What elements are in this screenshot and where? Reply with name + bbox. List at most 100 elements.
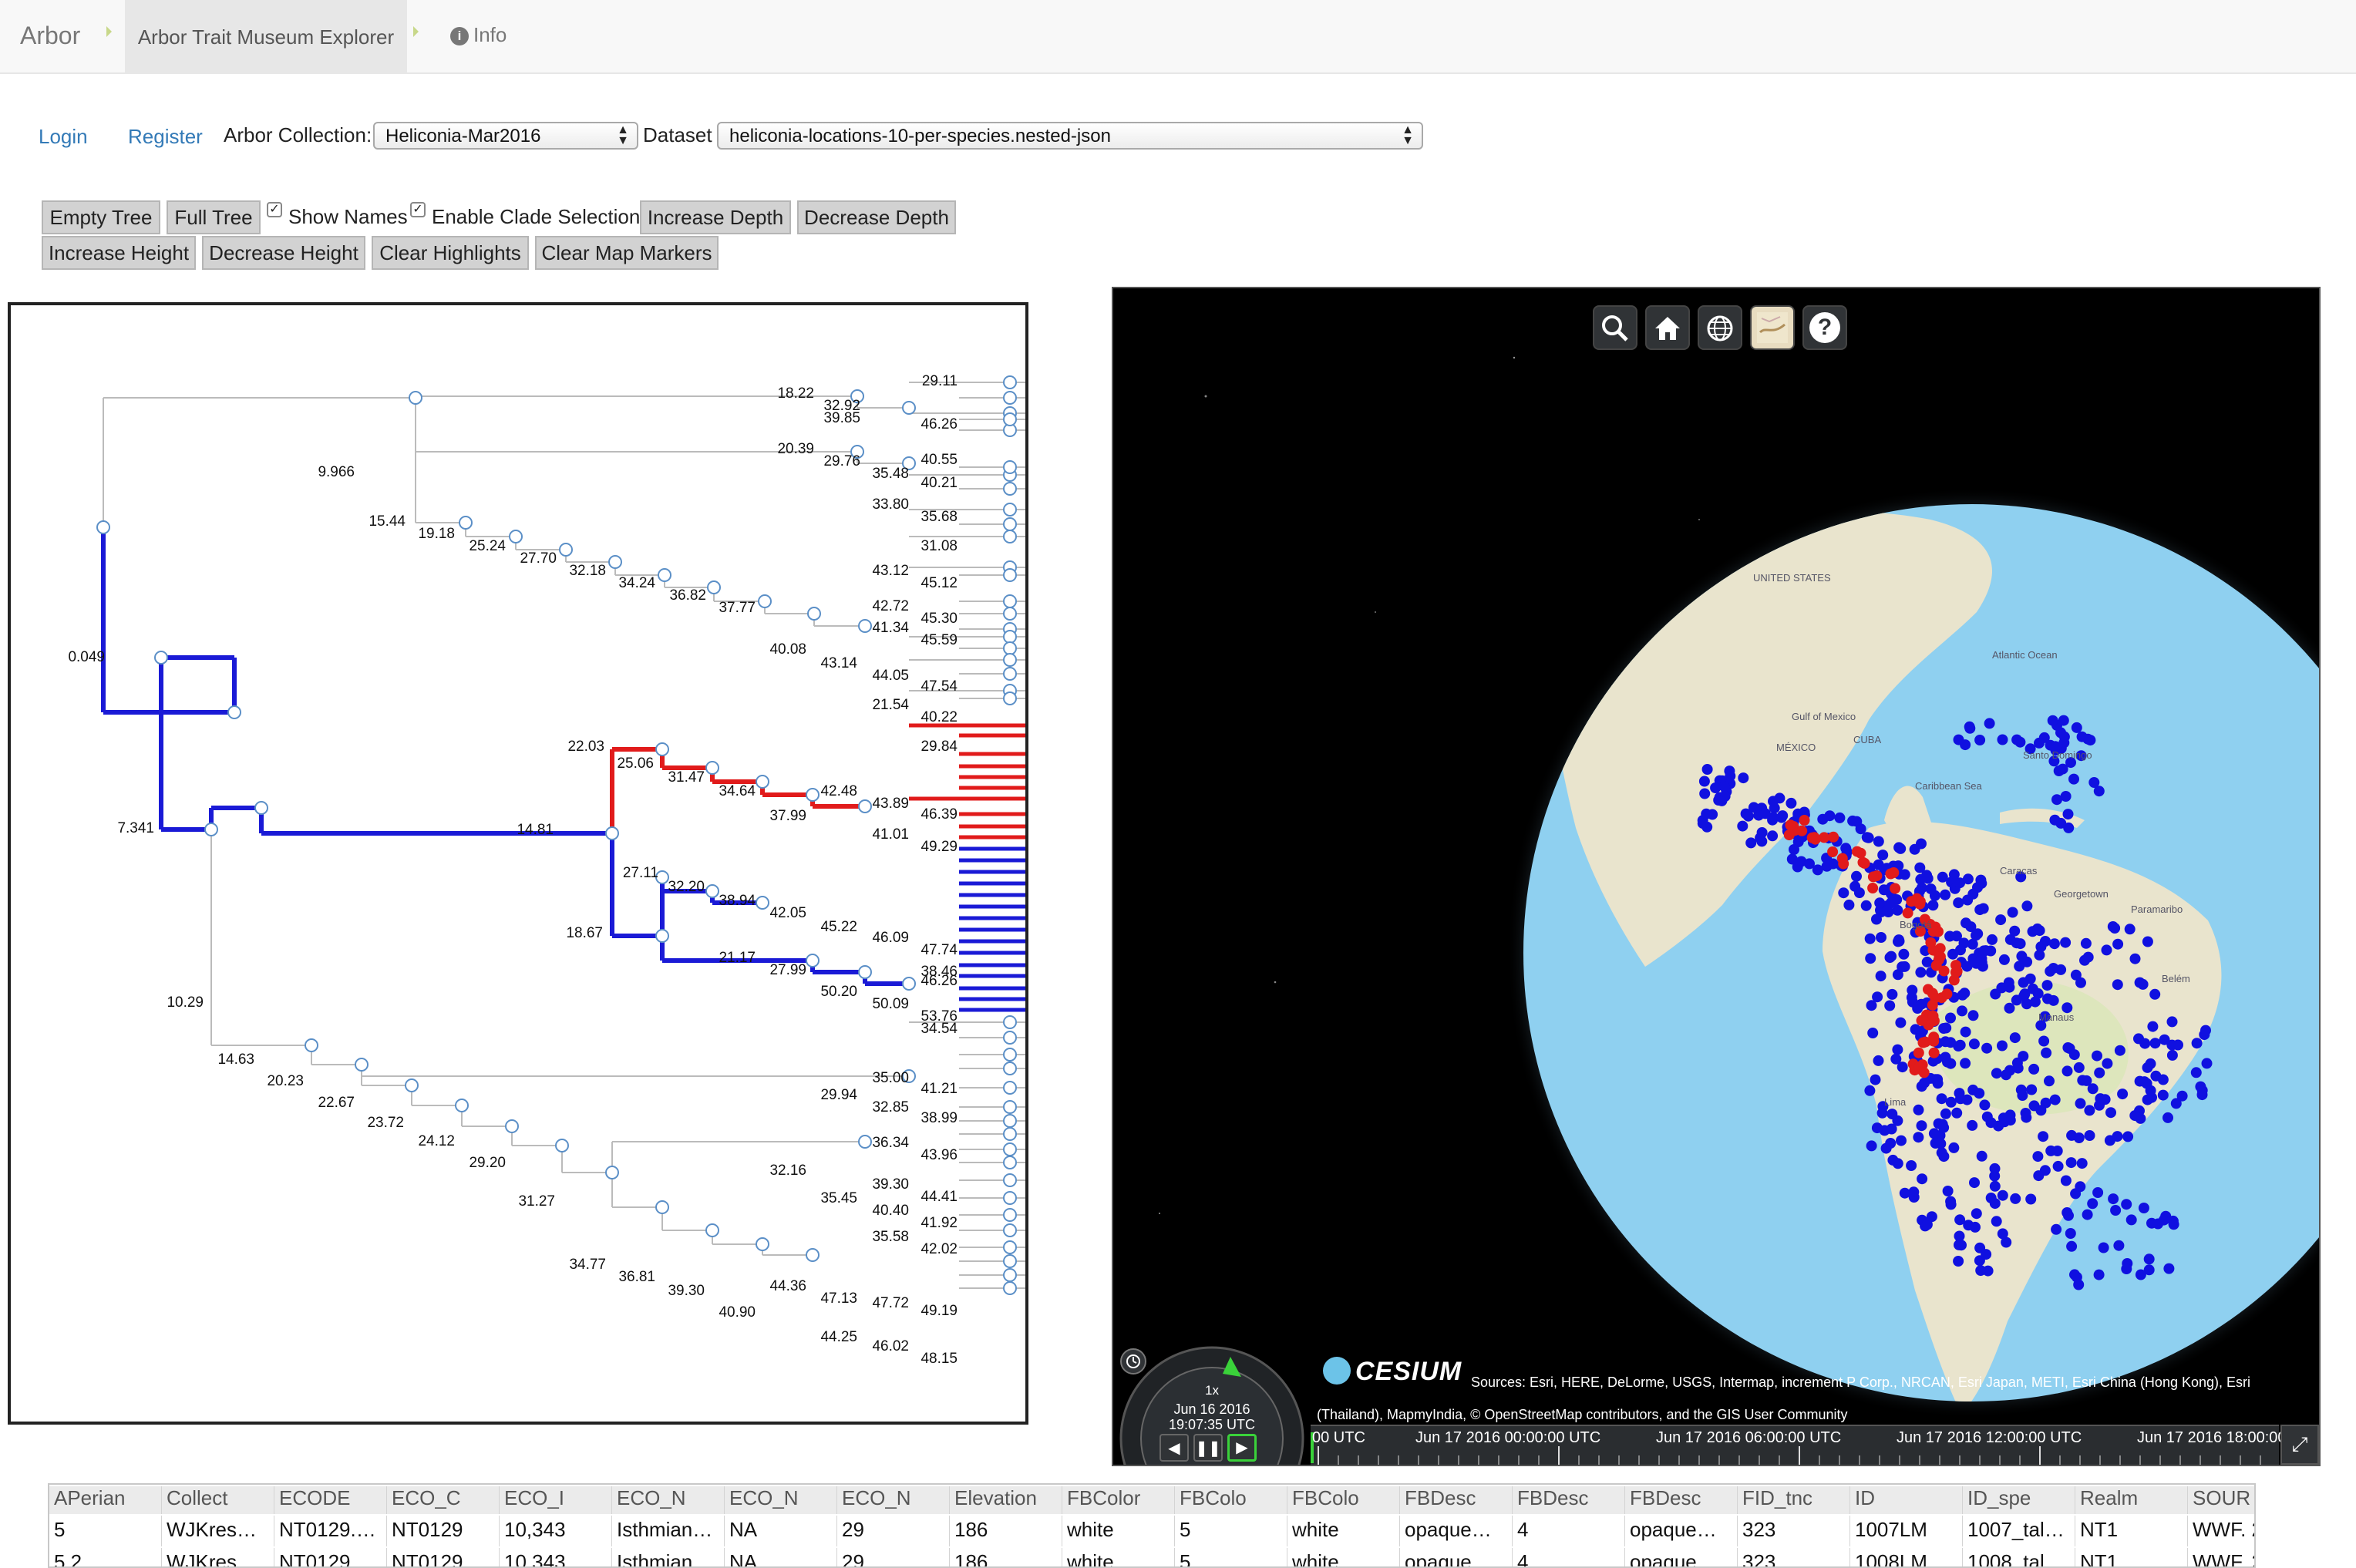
- specimen-marker[interactable]: [1945, 1012, 1956, 1024]
- timeline[interactable]: 00 UTC Jun 17 2016 00:00:00 UTC Jun 17 2…: [1311, 1425, 2287, 1465]
- specimen-marker[interactable]: [1786, 797, 1797, 809]
- specimen-marker[interactable]: [1866, 1140, 1877, 1152]
- specimen-marker[interactable]: [1812, 864, 1823, 876]
- specimen-marker[interactable]: [2105, 1107, 2116, 1119]
- specimen-marker[interactable]: [1991, 1068, 2002, 1079]
- specimen-marker-selected[interactable]: [1906, 896, 1917, 907]
- specimen-marker[interactable]: [2200, 1025, 2211, 1036]
- specimen-marker[interactable]: [1968, 1038, 1980, 1050]
- specimen-marker[interactable]: [2141, 1078, 2152, 1089]
- tree-node[interactable]: [858, 619, 872, 633]
- tree-leaf-node[interactable]: [1003, 412, 1017, 426]
- specimen-marker[interactable]: [2038, 1131, 2049, 1142]
- specimen-marker[interactable]: [1955, 944, 1966, 956]
- column-header[interactable]: FBDesc: [1625, 1486, 1738, 1514]
- specimen-marker[interactable]: [1864, 933, 1876, 944]
- tree-node[interactable]: [705, 761, 719, 775]
- specimen-marker[interactable]: [1860, 900, 1872, 911]
- specimen-marker[interactable]: [1865, 953, 1876, 964]
- specimen-marker[interactable]: [2041, 1047, 2052, 1058]
- specimen-marker[interactable]: [1840, 843, 1852, 854]
- table-cell[interactable]: NT0129: [387, 1516, 500, 1546]
- fullscreen-button[interactable]: ⤢: [2280, 1425, 2319, 1465]
- register-link[interactable]: Register: [128, 125, 203, 149]
- table-cell[interactable]: 186: [950, 1548, 1062, 1566]
- attribute-table[interactable]: APerian Collect ECODE ECO_C ECO_I ECO_N ECO_N E…: [48, 1483, 2256, 1568]
- specimen-marker[interactable]: [2028, 1063, 2040, 1075]
- specimen-marker[interactable]: [2026, 1084, 2038, 1095]
- table-cell[interactable]: NT1: [2075, 1548, 2188, 1566]
- specimen-marker[interactable]: [1940, 1022, 1952, 1034]
- specimen-marker[interactable]: [2014, 961, 2025, 972]
- specimen-marker[interactable]: [2138, 1203, 2149, 1213]
- specimen-marker[interactable]: [2038, 1035, 2050, 1047]
- table-cell[interactable]: opaque…: [1400, 1516, 1513, 1546]
- tree-leaf-node[interactable]: [1003, 594, 1017, 608]
- specimen-marker[interactable]: [1789, 844, 1799, 855]
- specimen-marker[interactable]: [1997, 734, 2008, 745]
- tree-leaf-node[interactable]: [1003, 607, 1017, 621]
- specimen-marker[interactable]: [2062, 809, 2074, 820]
- column-header[interactable]: ECO_N: [837, 1486, 950, 1514]
- specimen-marker[interactable]: [1942, 1056, 1953, 1068]
- table-cell[interactable]: 5: [1175, 1548, 1287, 1566]
- specimen-marker[interactable]: [2016, 951, 2028, 962]
- tree-leaf-node[interactable]: [1003, 1031, 1017, 1045]
- specimen-marker[interactable]: [2011, 734, 2023, 745]
- specimen-marker[interactable]: [1953, 1256, 1964, 1267]
- tree-node[interactable]: [756, 1237, 769, 1251]
- specimen-marker[interactable]: [1989, 1163, 2001, 1174]
- specimen-marker[interactable]: [1698, 776, 1710, 787]
- tree-node[interactable]: [858, 1135, 872, 1149]
- specimen-marker[interactable]: [2113, 1240, 2125, 1251]
- tree-node[interactable]: [154, 651, 168, 665]
- specimen-marker[interactable]: [1886, 951, 1897, 962]
- specimen-marker[interactable]: [1899, 869, 1910, 880]
- specimen-marker-selected[interactable]: [1927, 999, 1938, 1011]
- column-header[interactable]: ECO_N: [612, 1486, 725, 1514]
- specimen-marker[interactable]: [1997, 1040, 2008, 1052]
- tree-node[interactable]: [305, 1038, 318, 1052]
- specimen-marker[interactable]: [2041, 980, 2053, 991]
- table-cell[interactable]: 1007_tal…: [1963, 1516, 2075, 1546]
- specimen-marker[interactable]: [1951, 1107, 1963, 1119]
- tree-node[interactable]: [559, 543, 573, 557]
- enable-clade-checkbox[interactable]: ✓: [410, 202, 426, 217]
- specimen-marker[interactable]: [1927, 900, 1939, 911]
- tree-leaf-node[interactable]: [1003, 568, 1017, 582]
- column-header[interactable]: FBColor: [1062, 1486, 1175, 1514]
- specimen-marker[interactable]: [1964, 722, 1976, 734]
- specimen-marker[interactable]: [1838, 887, 1849, 899]
- specimen-marker[interactable]: [2102, 1058, 2113, 1069]
- table-cell[interactable]: 4: [1513, 1516, 1625, 1546]
- column-header[interactable]: FBDesc: [1513, 1486, 1625, 1514]
- table-cell[interactable]: 10,343: [500, 1516, 612, 1546]
- tree-node[interactable]: [858, 965, 872, 979]
- specimen-marker-selected[interactable]: [1851, 846, 1863, 857]
- specimen-marker[interactable]: [2042, 993, 2053, 1004]
- column-header[interactable]: ID: [1850, 1486, 1963, 1514]
- nav-item-trait-explorer[interactable]: Arbor Trait Museum Explorer: [125, 0, 407, 72]
- column-header[interactable]: ECO_C: [387, 1486, 500, 1514]
- specimen-marker[interactable]: [2033, 1170, 2045, 1182]
- specimen-marker[interactable]: [2135, 1269, 2146, 1280]
- specimen-marker[interactable]: [2201, 1058, 2213, 1069]
- collection-select[interactable]: Heliconia-Mar2016 ▲ ▼: [373, 122, 638, 150]
- tree-node[interactable]: [705, 884, 719, 898]
- column-header[interactable]: Elevation: [950, 1486, 1062, 1514]
- tree-leaf-node[interactable]: [1003, 641, 1017, 655]
- specimen-marker[interactable]: [1767, 830, 1779, 842]
- table-cell[interactable]: 29: [837, 1548, 950, 1566]
- tree-leaf-node[interactable]: [1003, 1114, 1017, 1128]
- specimen-marker[interactable]: [2066, 1240, 2078, 1252]
- specimen-marker[interactable]: [1960, 1026, 1971, 1038]
- specimen-marker[interactable]: [1998, 1112, 2009, 1124]
- specimen-marker-selected[interactable]: [1809, 833, 1821, 845]
- specimen-marker-selected[interactable]: [1799, 815, 1810, 826]
- specimen-marker[interactable]: [1989, 1180, 2001, 1192]
- tree-leaf-node[interactable]: [1003, 1223, 1017, 1237]
- specimen-marker[interactable]: [1701, 808, 1712, 819]
- specimen-marker[interactable]: [1974, 1088, 1985, 1099]
- specimen-marker[interactable]: [2073, 1132, 2085, 1143]
- tree-leaf-node[interactable]: [1003, 1081, 1017, 1095]
